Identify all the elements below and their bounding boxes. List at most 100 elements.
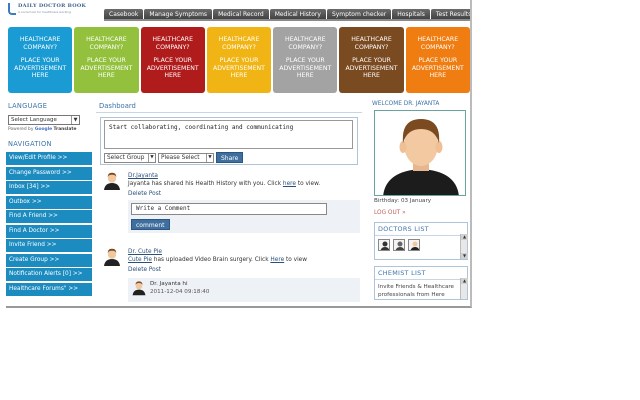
share-button[interactable]: Share <box>216 152 244 163</box>
chevron-down-icon: ▼ <box>71 116 79 124</box>
left-sidebar: LANGUAGE Select Language ▼ Powered by Go… <box>6 102 92 306</box>
welcome-title: WELCOME DR. JAYANTA <box>372 101 440 107</box>
ad-body: PLACE YOUR <box>87 57 126 64</box>
ad-body: HERE <box>31 72 49 79</box>
ad-banner[interactable]: HEALTHCARE COMPANY? PLACE YOUR ADVERTISE… <box>206 27 272 93</box>
chemist-list-scrollbar[interactable]: ▲ <box>460 278 468 299</box>
nav-item-view-edit-profile[interactable]: View/Edit Profile >> <box>6 152 92 165</box>
post-author-mention[interactable]: Cute Pie <box>128 257 152 263</box>
ad-body: HERE <box>98 72 115 79</box>
right-column: WELCOME DR. JAYANTA Birthday: 03 January… <box>368 100 470 306</box>
nav-item-find-friend[interactable]: Find A Friend >> <box>6 210 92 223</box>
language-select-value: Select Language <box>11 117 57 123</box>
reply-item: Dr. Jayanta hi 2011-12-04 09:18:40 <box>128 278 360 302</box>
logo-tagline: A social tool for healthcare working <box>18 10 72 14</box>
ad-body: ADVERTISEMENT <box>411 64 464 72</box>
nav-item-inbox[interactable]: Inbox [34] >> <box>6 181 92 194</box>
ad-title: COMPANY? <box>23 43 58 51</box>
ad-title: HEALTHCARE <box>417 36 459 43</box>
group-select-value: Select Group <box>107 154 145 161</box>
scroll-up-icon[interactable]: ▲ <box>461 278 468 284</box>
post-text: Jayanta has shared his Health History wi… <box>128 181 283 187</box>
logout-link[interactable]: LOG OUT » <box>374 210 470 216</box>
ad-body: ADVERTISEMENT <box>345 64 398 72</box>
user-avatar-icon[interactable] <box>102 172 122 190</box>
ad-banner-row: HEALTHCARE COMPANY? PLACE YOUR ADVERTISE… <box>8 27 470 93</box>
chemist-list-title: CHEMIST LIST <box>375 267 467 280</box>
reply-timestamp: 2011-12-04 09:18:40 <box>150 289 210 295</box>
ad-body: PLACE YOUR <box>418 57 458 64</box>
post-text: to view <box>284 257 307 263</box>
post-author-link[interactable]: Dr. Cute Pie <box>128 249 162 255</box>
ad-title: HEALTHCARE <box>218 36 260 43</box>
powered-by: Powered by Google Translate <box>8 127 92 132</box>
ad-title: HEALTHCARE <box>152 36 193 43</box>
comment-button[interactable]: comment <box>131 219 170 230</box>
ad-banner[interactable]: HEALTHCARE COMPANY? PLACE YOUR ADVERTISE… <box>74 27 139 93</box>
birthday-text: Birthday: 03 January <box>374 198 432 204</box>
doctor-avatar-icon[interactable] <box>378 239 390 251</box>
nav-item-outbox[interactable]: Outbox >> <box>6 195 92 209</box>
ad-title: COMPANY? <box>288 43 323 51</box>
translate-link[interactable]: Translate <box>54 127 77 132</box>
nav-item-change-password[interactable]: Change Password >> <box>6 166 92 180</box>
ad-title: HEALTHCARE <box>351 36 392 43</box>
ad-body: ADVERTISEMENT <box>146 64 199 72</box>
comment-area: Write a Comment comment <box>128 200 360 233</box>
chemist-invite-text: Invite Friends & Healthcare professional… <box>378 284 454 298</box>
post-link[interactable]: Here <box>270 257 284 263</box>
compose-box: Start collaborating, coordinating and co… <box>100 117 358 165</box>
group-select[interactable]: Select Group ▼ <box>104 152 156 163</box>
post-text: has uploaded Video Brain surgery. Click <box>151 257 271 263</box>
dashboard: Dashboard Start collaborating, coordinat… <box>96 100 366 306</box>
scroll-down-icon[interactable]: ▼ <box>461 253 468 259</box>
nav-item-healthcare-forums[interactable]: Healthcare Forums" >> <box>6 282 92 296</box>
nav-divider <box>104 19 470 21</box>
ad-body: HERE <box>429 72 447 79</box>
logo[interactable]: DAILY DOCTOR BOOK A social tool for heal… <box>6 2 96 22</box>
nav-item-find-doctor[interactable]: Find A Doctor >> <box>6 224 92 238</box>
user-avatar-icon[interactable] <box>102 248 122 266</box>
privacy-select-value: Please Select <box>161 154 200 161</box>
doctors-list-panel: DOCTORS LIST ▲ ▼ <box>374 222 468 260</box>
chevron-down-icon: ▼ <box>148 153 155 162</box>
compose-controls: Select Group ▼ Please Select ▼ Share <box>104 152 244 163</box>
ad-title: HEALTHCARE <box>19 36 61 43</box>
post-author-link[interactable]: Dr.Jayanta <box>128 173 158 179</box>
ad-title: COMPANY? <box>222 43 256 51</box>
post-link[interactable]: here <box>283 181 296 187</box>
language-select[interactable]: Select Language ▼ <box>8 115 80 125</box>
ad-banner[interactable]: HEALTHCARE COMPANY? PLACE YOUR ADVERTISE… <box>405 27 470 93</box>
user-avatar-icon[interactable] <box>131 280 147 296</box>
ad-title: COMPANY? <box>420 43 455 51</box>
language-title: LANGUAGE <box>8 102 48 110</box>
ad-body: PLACE YOUR <box>352 57 391 64</box>
doctors-list <box>375 236 467 254</box>
chevron-down-icon: ▼ <box>206 153 213 162</box>
ad-banner[interactable]: HEALTHCARE COMPANY? PLACE YOUR ADVERTISE… <box>339 27 404 93</box>
delete-post-link[interactable]: Delete Post <box>128 191 161 197</box>
ad-body: PLACE YOUR <box>153 57 193 64</box>
powered-by-label: Powered by <box>8 127 34 132</box>
comment-input[interactable]: Write a Comment <box>131 203 327 215</box>
ad-body: HERE <box>230 72 248 79</box>
ad-body: ADVERTISEMENT <box>212 64 265 72</box>
nav-item-invite-friend[interactable]: Invite Friend >> <box>6 239 92 252</box>
doctor-avatar-icon[interactable] <box>408 239 420 251</box>
ad-body: HERE <box>164 72 182 79</box>
compose-input[interactable]: Start collaborating, coordinating and co… <box>104 120 353 149</box>
logo-mark-icon <box>8 3 16 15</box>
ad-banner[interactable]: HEALTHCARE COMPANY? PLACE YOUR ADVERTISE… <box>140 27 205 93</box>
privacy-select[interactable]: Please Select ▼ <box>158 152 214 163</box>
doctor-avatar-icon[interactable] <box>393 239 405 251</box>
profile-photo[interactable] <box>374 110 466 196</box>
ad-banner[interactable]: HEALTHCARE COMPANY? PLACE YOUR ADVERTISE… <box>273 27 338 93</box>
nav-item-notification-alerts[interactable]: Notification Alerts [0] >> <box>6 268 92 281</box>
delete-post-link[interactable]: Delete Post <box>128 267 161 273</box>
post: Dr. Cute Pie Cute Pie has uploaded Video… <box>100 248 362 306</box>
doctors-list-scrollbar[interactable]: ▲ ▼ <box>460 234 468 259</box>
google-logo: Google <box>34 127 53 132</box>
ad-banner[interactable]: HEALTHCARE COMPANY? PLACE YOUR ADVERTISE… <box>8 27 73 93</box>
doctors-list-title: DOCTORS LIST <box>375 223 467 236</box>
nav-item-create-group[interactable]: Create Group >> <box>6 253 92 267</box>
